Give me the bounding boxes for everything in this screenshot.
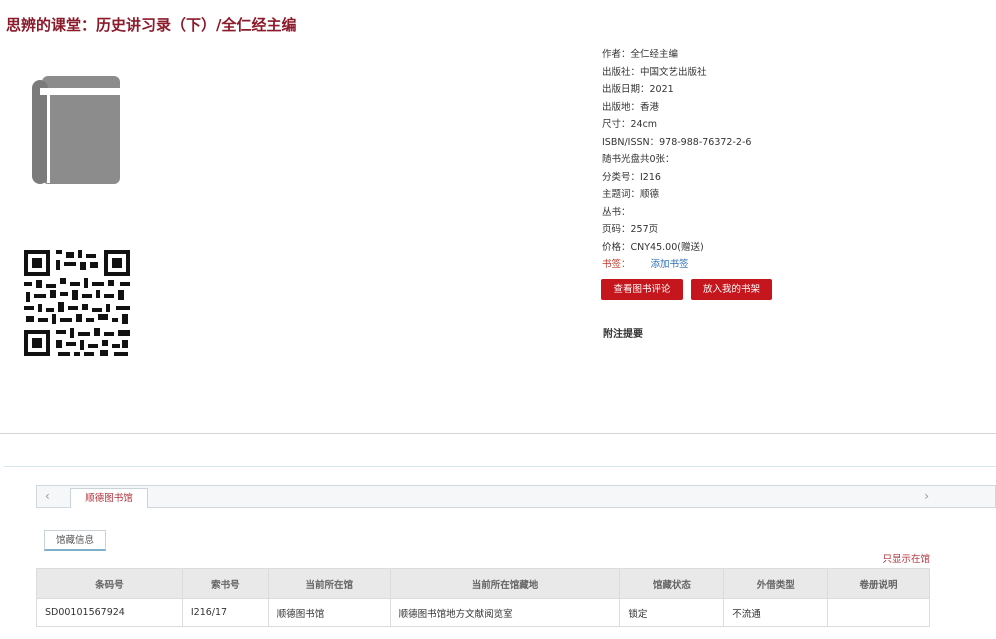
- holdings-panel: 馆藏信息 只显示在馆 条码号 索书号 当前所在馆 当前所在馆藏地 馆藏状态 外借…: [36, 508, 930, 638]
- meta-pub-date: 出版日期：2021: [602, 84, 674, 95]
- meta-pub-place: 出版地：香港: [602, 101, 660, 113]
- cell-location: 顺德图书馆地方文献阅览室: [389, 598, 621, 627]
- cell-volume-note: [827, 598, 930, 627]
- col-volume-note: 卷册说明: [827, 568, 930, 599]
- book-icon: [32, 76, 120, 184]
- book-metadata: 作者：全仁经主编 出版社：中国文艺出版社 出版日期：2021 出版地：香港 尺寸…: [602, 46, 992, 274]
- meta-series: 丛书：: [602, 206, 631, 218]
- bookmark-label: 书签：: [602, 259, 631, 270]
- col-loan-type: 外借类型: [723, 568, 829, 599]
- table-row: SD00101567924 I216/17 顺德图书馆 顺德图书馆地方文献阅览室…: [36, 598, 930, 627]
- add-bookmark-link[interactable]: 添加书签: [651, 259, 689, 270]
- section-divider: [0, 433, 996, 434]
- tab-holdings-info[interactable]: 馆藏信息: [44, 530, 106, 551]
- meta-size: 尺寸：24cm: [602, 119, 658, 130]
- show-available-only-link[interactable]: 只显示在馆: [882, 551, 930, 565]
- notes-heading: 附注提要: [603, 329, 643, 340]
- qr-code-icon: [22, 248, 132, 358]
- col-library: 当前所在馆: [267, 568, 391, 599]
- add-to-shelf-button[interactable]: 放入我的书架: [691, 279, 772, 300]
- meta-pages: 页码：257页: [602, 224, 659, 235]
- cell-loan-type: 不流通: [723, 598, 829, 627]
- meta-subject: 主题词：顺德: [602, 189, 660, 200]
- cell-library: 顺德图书馆: [267, 598, 391, 627]
- view-reviews-button[interactable]: 查看图书评论: [601, 279, 683, 300]
- meta-bookmark: 书签： 添加书签: [602, 256, 992, 274]
- meta-class-no: 分类号：I216: [602, 171, 661, 183]
- table-header-row: 条码号 索书号 当前所在馆 当前所在馆藏地 馆藏状态 外借类型 卷册说明: [36, 568, 930, 599]
- col-barcode: 条码号: [36, 568, 183, 599]
- holdings-table: 条码号 索书号 当前所在馆 当前所在馆藏地 馆藏状态 外借类型 卷册说明 SD0…: [36, 568, 930, 627]
- meta-disc: 随书光盘共0张：: [602, 154, 675, 165]
- tab-library[interactable]: 顺德图书馆: [70, 488, 148, 509]
- cell-barcode: SD00101567924: [36, 598, 183, 627]
- meta-author: 作者：全仁经主编: [602, 49, 679, 60]
- cell-status: 锁定: [619, 598, 725, 627]
- chevron-left-icon[interactable]: ‹: [45, 489, 50, 503]
- meta-isbn: ISBN/ISSN：978-988-76372-2-6: [602, 136, 752, 148]
- cell-call-number: I216/17: [181, 598, 269, 627]
- meta-publisher: 出版社：中国文艺出版社: [602, 66, 707, 78]
- library-tab-bar: ‹ 顺德图书馆 ›: [36, 485, 996, 509]
- col-call-number: 索书号: [181, 568, 269, 599]
- holdings-section: ‹ 顺德图书馆 › 馆藏信息 只显示在馆 条码号 索书号 当前所在馆 当前所在馆…: [4, 466, 996, 639]
- col-location: 当前所在馆藏地: [389, 568, 621, 599]
- meta-price: 价格：CNY45.00(赠送): [602, 241, 704, 253]
- page-title: 思辨的课堂：历史讲习录（下）/全仁经主编: [6, 16, 297, 34]
- chevron-right-icon[interactable]: ›: [924, 489, 929, 503]
- col-status: 馆藏状态: [619, 568, 725, 599]
